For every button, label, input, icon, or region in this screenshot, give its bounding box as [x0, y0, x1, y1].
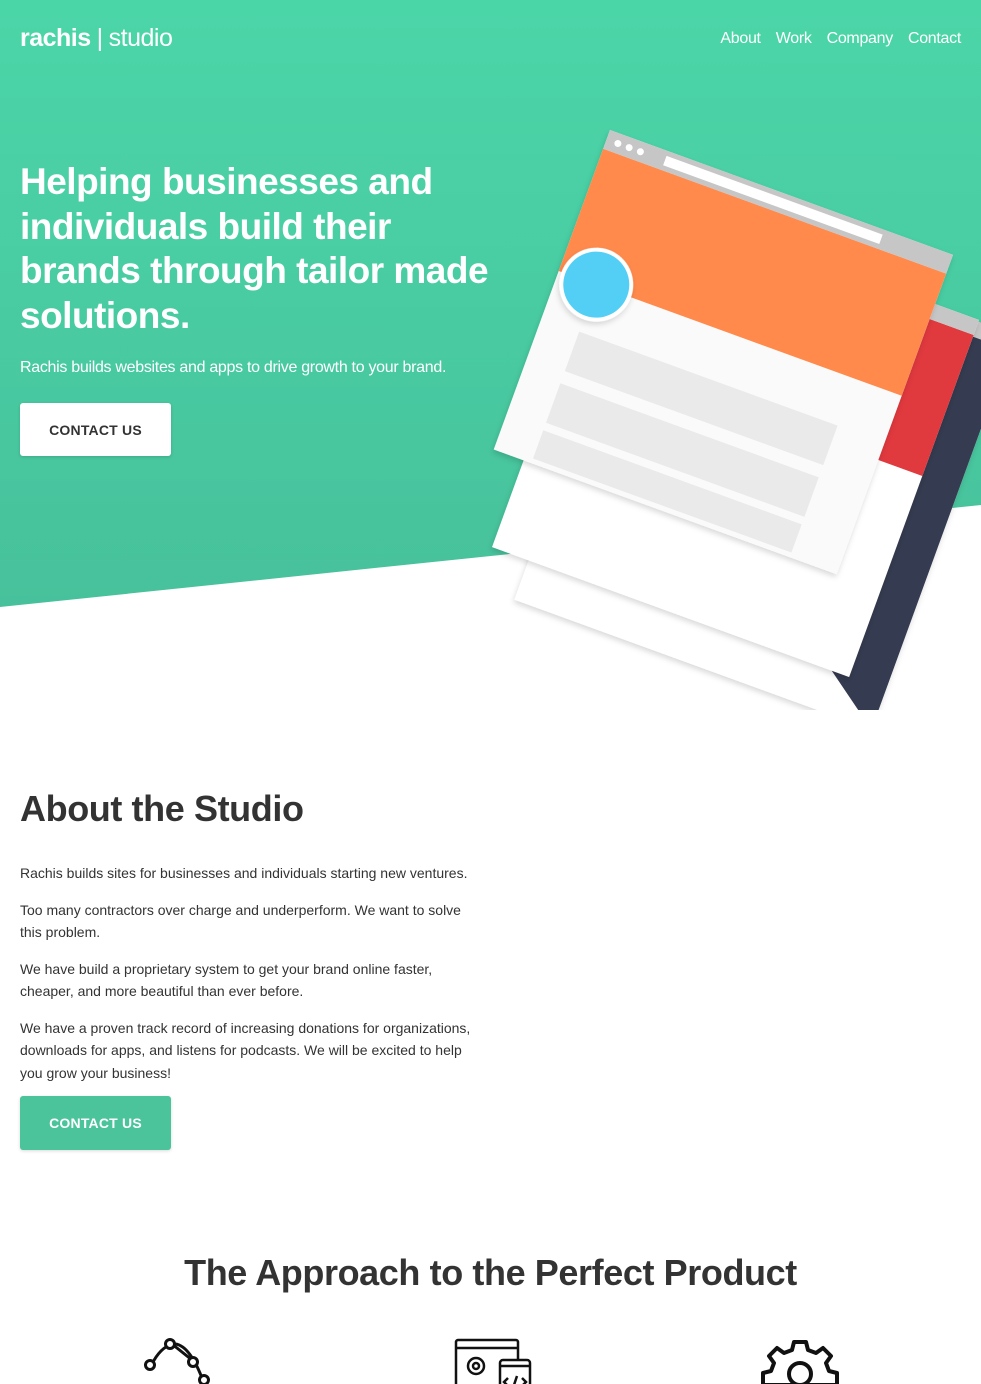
brand-separator: |: [96, 24, 104, 52]
brand-name-light: studio: [108, 24, 173, 52]
about-paragraph: Rachis builds sites for businesses and i…: [20, 865, 468, 881]
nav-link-work[interactable]: Work: [776, 30, 812, 48]
hero-contact-button[interactable]: CONTACT US: [20, 403, 171, 456]
nav-menu: About Work Company Contact: [720, 30, 961, 48]
hero-subtitle: Rachis builds websites and apps to drive…: [20, 359, 447, 376]
approach-title: The Approach to the Perfect Product: [184, 1252, 797, 1293]
about-paragraph: We have a proven track record of increas…: [20, 1019, 471, 1081]
brand-name-bold: rachis: [20, 24, 91, 52]
code-settings-icon: [454, 1338, 532, 1384]
nav-link-contact[interactable]: Contact: [908, 30, 961, 48]
about-contact-button[interactable]: CONTACT US: [20, 1096, 171, 1150]
top-navigation: rachis | studio About Work Company Contact: [0, 0, 981, 80]
hero-title: Helping businesses and individuals build…: [20, 161, 489, 336]
hero-section: rachis | studio About Work Company Contact…: [0, 0, 981, 710]
gear-icon: [761, 1340, 839, 1384]
brand-logo[interactable]: rachis | studio: [20, 24, 173, 53]
nav-link-company[interactable]: Company: [827, 30, 894, 48]
bezier-curve-icon: [144, 1338, 210, 1384]
browser-windows-illustration: [492, 130, 981, 710]
about-title: About the Studio: [20, 788, 304, 829]
about-paragraph: We have build a proprietary system to ge…: [20, 960, 433, 1000]
about-paragraph: Too many contractors over charge and und…: [20, 901, 461, 941]
nav-link-about[interactable]: About: [720, 30, 761, 48]
about-text: Rachis builds sites for businesses and i…: [20, 862, 480, 1098]
